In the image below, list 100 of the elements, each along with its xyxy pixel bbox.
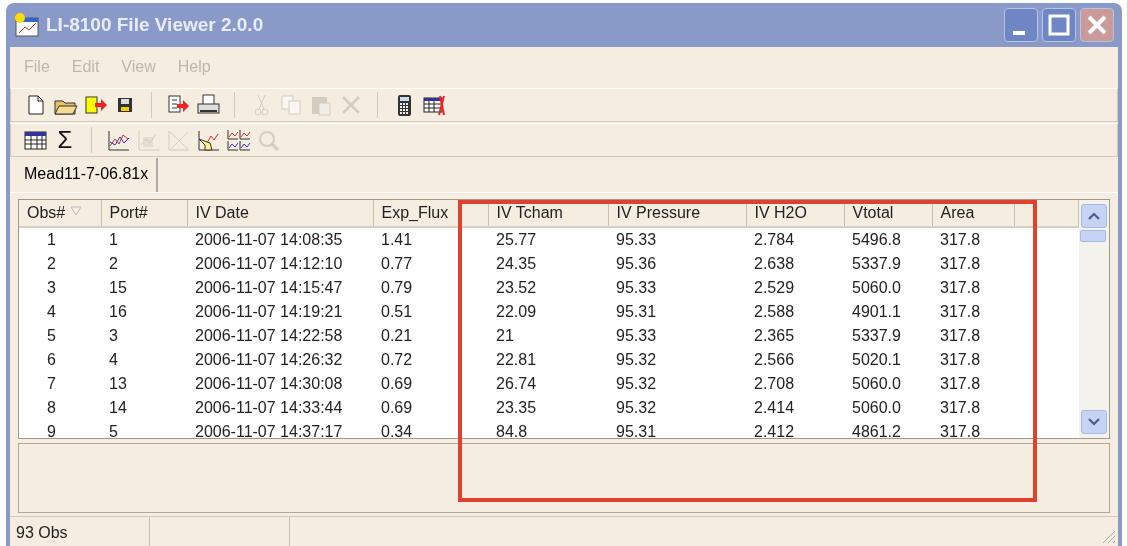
table-cell-text: 95.36 — [615, 254, 658, 274]
scroll-thumb[interactable] — [1080, 230, 1106, 242]
table-cell-text: 317.8 — [939, 350, 982, 370]
table-cell-text: 3 — [46, 278, 57, 298]
table-cell-text: 13 — [108, 374, 128, 394]
table-cell-text: 0.69 — [380, 374, 414, 394]
table-cell-text: 317.8 — [939, 302, 982, 322]
table-cell-text: 2 — [46, 254, 57, 274]
table-cell: 5496.8 — [844, 227, 932, 252]
table-cell: 1 — [101, 227, 187, 252]
table-cell-text: 95.33 — [615, 278, 658, 298]
table-cell-text: 95.31 — [615, 422, 658, 442]
table-cell-text: 23.52 — [495, 278, 538, 298]
table-cell-text: 0.34 — [380, 422, 414, 442]
table-cell-text: 2006-11-07 14:19:21 — [194, 302, 344, 322]
table-cell-text: 95.31 — [615, 302, 658, 322]
app-icon — [14, 12, 40, 38]
table-cell-text: 0.72 — [380, 350, 414, 370]
status-text: 93 Obs — [10, 517, 150, 546]
table-cell-text: 26.74 — [495, 374, 538, 394]
table-cell-text: 23.35 — [495, 398, 538, 418]
table-cell-text: 5060.0 — [851, 398, 902, 418]
maximize-button[interactable] — [1042, 8, 1076, 42]
table-cell-text: 9 — [46, 422, 57, 442]
scroll-up-button[interactable] — [1081, 204, 1107, 228]
table-cell-text: 95.32 — [615, 374, 658, 394]
table-cell-text: 6 — [46, 350, 57, 370]
table-cell-text: 5 — [46, 326, 57, 346]
window-title: LI-8100 File Viewer 2.0.0 — [46, 12, 264, 37]
table-cell-text: 95.32 — [615, 398, 658, 418]
close-icon — [1086, 14, 1108, 36]
minimize-icon — [1013, 31, 1025, 35]
table-cell-text: 2.414 — [753, 398, 796, 418]
table-cell-text: 317.8 — [939, 398, 982, 418]
chevron-down-icon — [1088, 418, 1100, 426]
table-cell-text: 2006-11-07 14:22:58 — [194, 326, 344, 346]
table-cell-text: 7 — [46, 374, 57, 394]
table-cell-text: 2006-11-07 14:15:47 — [194, 278, 344, 298]
table-cell-text: 22.09 — [495, 302, 538, 322]
table-cell-text: 2006-11-07 14:26:32 — [194, 350, 344, 370]
table-cell-text: 14 — [108, 398, 128, 418]
table-cell-text: 4 — [108, 350, 119, 370]
table-cell-text: 5060.0 — [851, 278, 902, 298]
table-cell-text: 95.33 — [615, 326, 658, 346]
table-cell: 1 — [19, 227, 101, 252]
table-cell-text: 317.8 — [939, 254, 982, 274]
table-cell-text: 5060.0 — [851, 374, 902, 394]
table-cell-text: 84.8 — [495, 422, 529, 442]
table-cell-text: 95.32 — [615, 350, 658, 370]
table-cell-text: 0.77 — [380, 254, 414, 274]
column-header[interactable]: Exp_Flux — [373, 200, 488, 227]
table-cell: 317.8 — [932, 227, 1014, 252]
scrollbar[interactable] — [1079, 200, 1109, 438]
table-cell-text: 317.8 — [939, 278, 982, 298]
table-cell-text: 24.35 — [495, 254, 538, 274]
table-cell-text: 2.588 — [753, 302, 796, 322]
table-cell-text: 2 — [108, 254, 119, 274]
table-cell-text: 2.708 — [753, 374, 796, 394]
column-header[interactable]: Obs# — [19, 200, 101, 227]
table-cell-text: 8 — [46, 398, 57, 418]
table-cell-text: 4861.2 — [851, 422, 902, 442]
close-button[interactable] — [1080, 8, 1114, 42]
table-cell-text: 2.638 — [753, 254, 796, 274]
table-cell-text: 0.79 — [380, 278, 414, 298]
table-cell-text: 317.8 — [939, 422, 982, 442]
table-cell-text: 2006-11-07 14:30:08 — [194, 374, 344, 394]
table-cell-text: 317.8 — [939, 326, 982, 346]
table-cell-text: 2006-11-07 14:12:10 — [194, 254, 344, 274]
column-header[interactable]: Port# — [101, 200, 187, 227]
table-cell: 2006-11-07 14:08:35 — [187, 227, 373, 252]
table-cell-text: 0.69 — [380, 398, 414, 418]
table-cell-text: 2006-11-07 14:37:17 — [194, 422, 344, 442]
table-cell-text: 15 — [108, 278, 128, 298]
table-cell-text: 2.365 — [753, 326, 796, 346]
table-cell: 25.77 — [488, 227, 608, 252]
table-cell-text: 5020.1 — [851, 350, 902, 370]
sum-button[interactable]: Σ — [51, 126, 79, 154]
table-cell-text: 2.529 — [753, 278, 796, 298]
table-cell-text: 21 — [495, 326, 515, 346]
chevron-up-icon — [1088, 212, 1100, 220]
column-header[interactable]: IV Date — [187, 200, 373, 227]
table-cell-text: 0.21 — [380, 326, 414, 346]
table-cell-text: 317.8 — [939, 374, 982, 394]
table-cell-text: 2.566 — [753, 350, 796, 370]
table-cell-text: 4 — [46, 302, 57, 322]
table-cell-text: 22.81 — [495, 350, 538, 370]
table-cell-text: 3 — [108, 326, 119, 346]
table-cell-text: 2006-11-07 14:33:44 — [194, 398, 344, 418]
table-cell-text: 5 — [108, 422, 119, 442]
table-cell-text: 4901.1 — [851, 302, 902, 322]
table-cell-text: 5337.9 — [851, 326, 902, 346]
table-cell: 2.784 — [746, 227, 844, 252]
table-cell: 1.41 — [373, 227, 488, 252]
table-cell-text: 2.412 — [753, 422, 796, 442]
table-cell: 95.33 — [608, 227, 746, 252]
table-cell-text: 5337.9 — [851, 254, 902, 274]
maximize-icon — [1048, 14, 1070, 36]
minimize-button[interactable] — [1004, 8, 1038, 42]
scroll-down-button[interactable] — [1081, 410, 1107, 434]
table-cell-text: 0.51 — [380, 302, 414, 322]
